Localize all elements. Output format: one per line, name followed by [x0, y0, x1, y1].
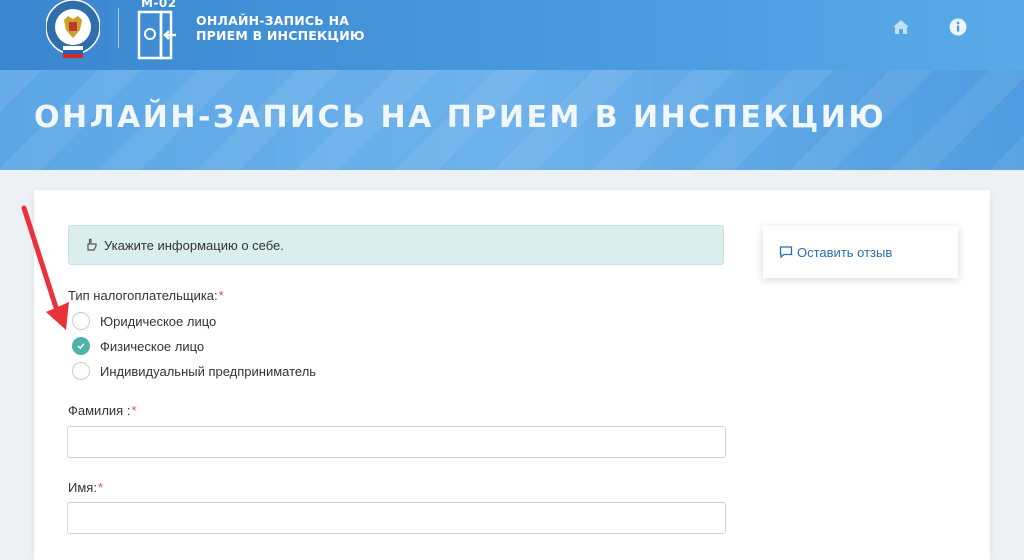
radio-entrepreneur[interactable]: Индивидуальный предприниматель [72, 362, 316, 380]
annotation-arrow-icon [21, 205, 69, 330]
top-bar: М-02 ОНЛАЙН-ЗАПИСЬ НА ПРИЕМ В ИНСПЕКЦИЮ [0, 0, 1024, 70]
name-input[interactable] [67, 502, 726, 534]
alert-text: Укажите информацию о себе. [104, 237, 284, 253]
radio-button[interactable] [72, 362, 90, 380]
door-exit-icon [136, 0, 182, 62]
surname-input[interactable] [67, 426, 726, 458]
radio-button-checked[interactable] [72, 337, 90, 355]
taxpayer-type-text: Тип налогоплательщика: [68, 288, 218, 303]
info-icon[interactable] [949, 18, 967, 36]
hero-banner: ОНЛАЙН-ЗАПИСЬ НА ПРИЕМ В ИНСПЕКЦИЮ [0, 70, 1024, 170]
check-icon [77, 343, 85, 350]
radio-label: Индивидуальный предприниматель [100, 363, 317, 379]
brand-title: ОНЛАЙН-ЗАПИСЬ НА ПРИЕМ В ИНСПЕКЦИЮ [196, 13, 396, 43]
brand-line-2: ПРИЕМ В ИНСПЕКЦИЮ [196, 28, 365, 43]
header-divider [118, 8, 119, 48]
brand-line-1: ОНЛАЙН-ЗАПИСЬ НА [196, 13, 350, 28]
feedback-button[interactable]: Оставить отзыв [763, 226, 958, 278]
info-alert: Укажите информацию о себе. [68, 225, 724, 265]
home-icon[interactable] [892, 18, 910, 36]
hand-point-icon [87, 238, 97, 251]
required-mark: * [97, 480, 103, 495]
radio-legal-entity[interactable]: Юридическое лицо [72, 312, 216, 330]
taxpayer-type-label: Тип налогоплательщика:* [68, 288, 224, 303]
radio-label: Юридическое лицо [100, 313, 217, 329]
required-mark: * [131, 403, 137, 418]
surname-label-text: Фамилия : [68, 403, 131, 418]
page-title: ОНЛАЙН-ЗАПИСЬ НА ПРИЕМ В ИНСПЕКЦИЮ [34, 100, 887, 135]
comment-icon [779, 246, 793, 259]
feedback-label: Оставить отзыв [797, 244, 893, 260]
name-label-text: Имя: [68, 480, 97, 495]
radio-label: Физическое лицо [100, 338, 205, 354]
name-label: Имя:* [68, 480, 103, 495]
radio-individual[interactable]: Физическое лицо [72, 337, 204, 355]
fns-emblem-logo[interactable] [46, 0, 100, 62]
surname-label: Фамилия :* [68, 403, 137, 418]
required-mark: * [218, 288, 224, 303]
